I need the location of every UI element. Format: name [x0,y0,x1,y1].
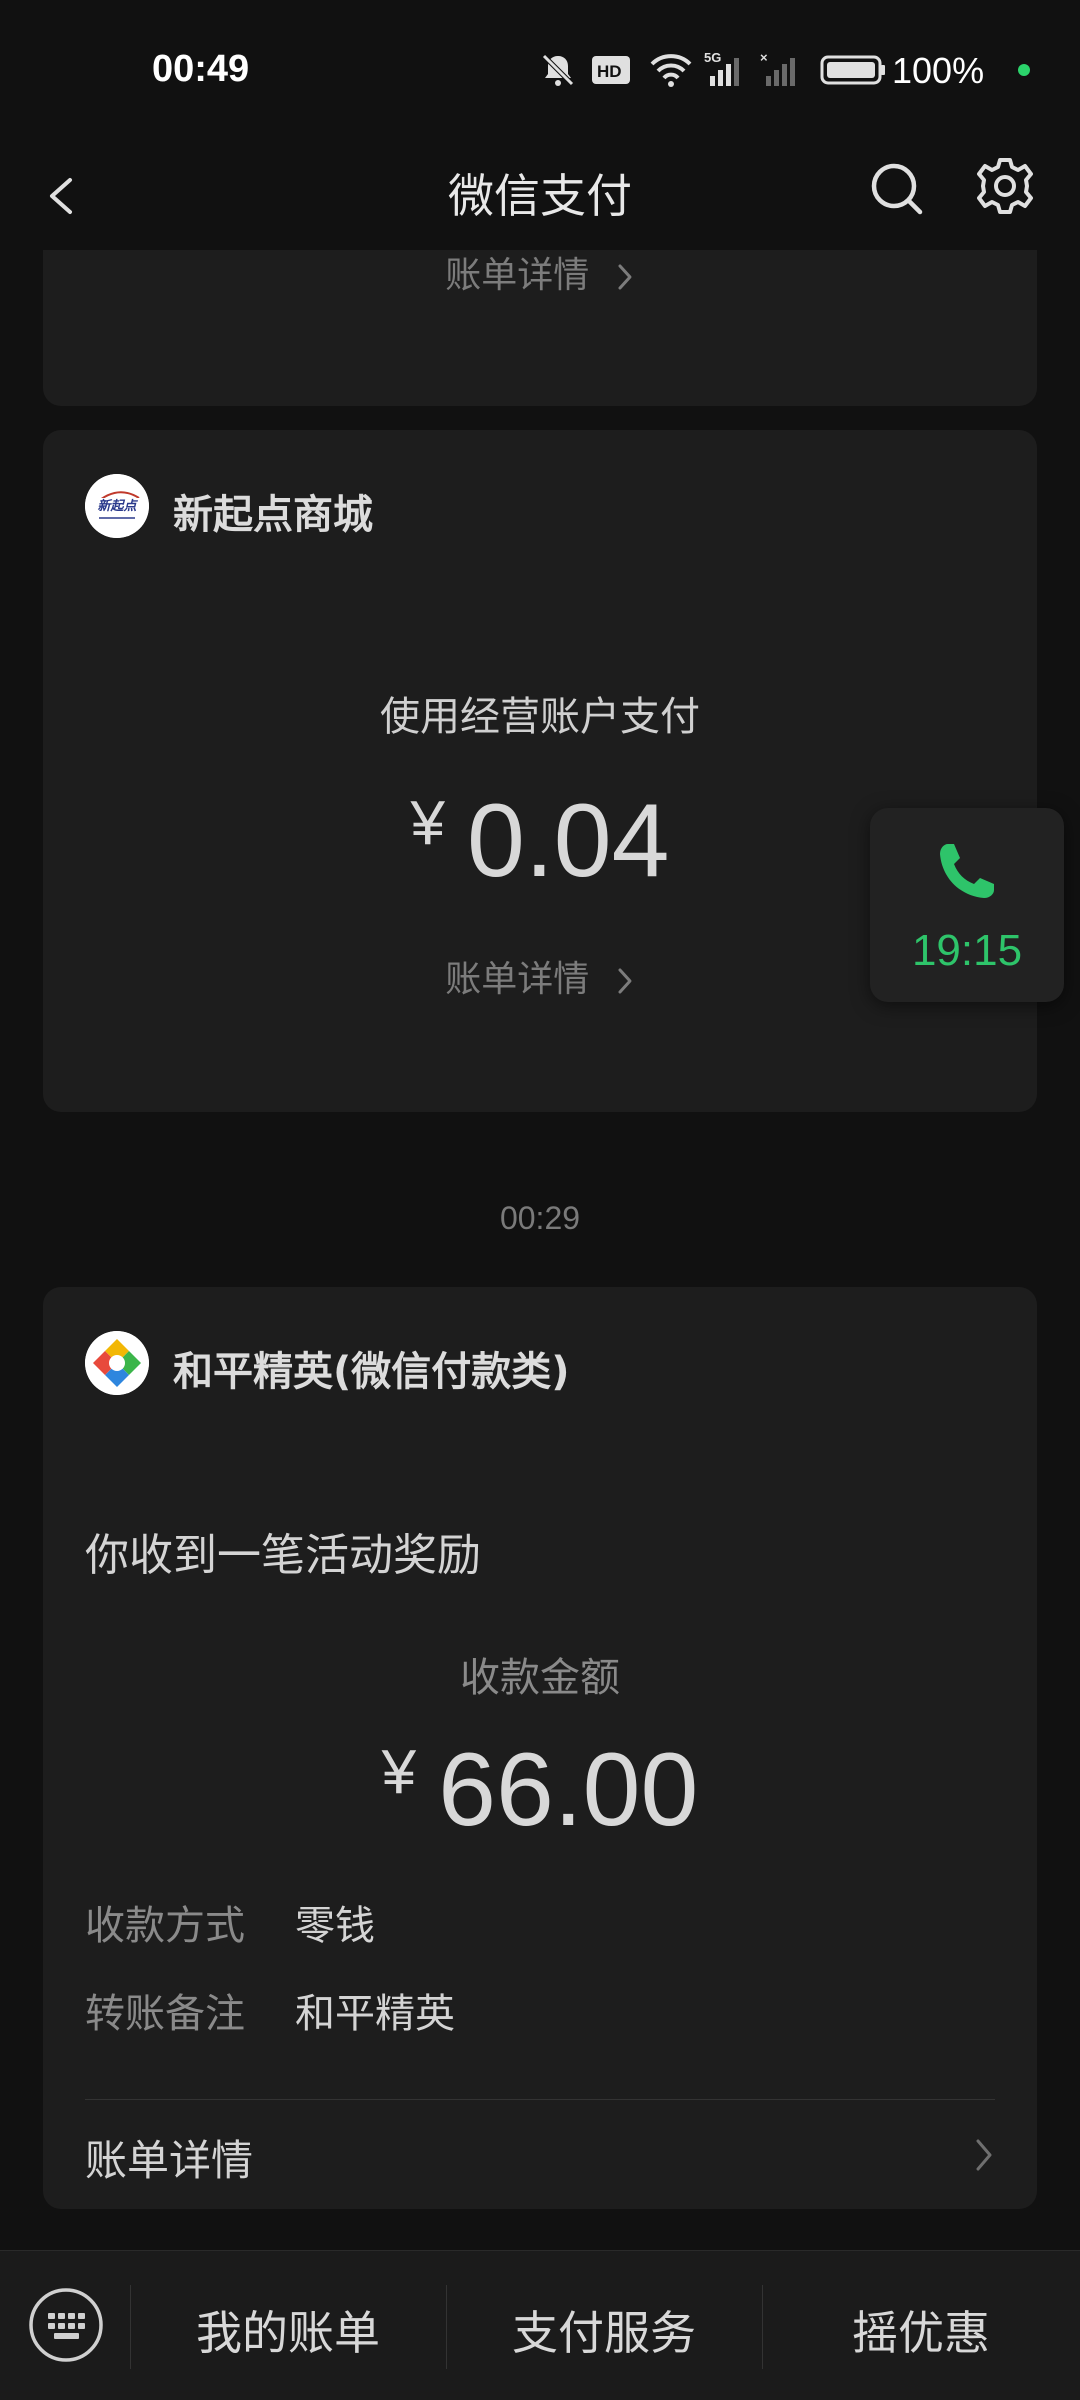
reward-card: 和平精英(微信付款类) 你收到一笔活动奖励 收款金额 ¥66.00 收款方式 零钱… [43,1287,1037,2209]
status-icons: HD 5G × 100% [520,40,1080,104]
transaction-card: 新起点 新起点商城 使用经营账户支付 ¥0.04 账单详情 [43,430,1037,1112]
amount-label: 收款金额 [460,1655,620,1701]
menu-item-my-bills[interactable]: 我的账单 [130,2297,446,2363]
reward-message: 你收到一笔活动奖励 [85,1530,481,1581]
bill-detail-label: 账单详情 [85,2136,254,2185]
peacekeeper-logo [85,1331,149,1395]
status-bar: 00:49 HD 5G × 100% [0,0,1080,140]
xinqidian-logo: 新起点 [85,474,149,538]
chevron-right-icon [618,968,632,994]
divider [85,2099,995,2100]
field-key: 收款方式 [85,1903,245,1949]
battery-icon [820,55,885,85]
svg-text:新起点: 新起点 [97,498,138,514]
hd-icon: HD [592,56,630,84]
search-icon[interactable] [866,154,928,224]
chevron-right-icon [618,264,632,290]
amount-value: 0.04 [467,783,670,899]
transaction-card-partial: 账单详情 [43,250,1037,406]
merchant-name: 和平精英(微信付款类) [173,1349,570,1395]
svg-text:×: × [760,50,768,65]
menu-item-payment-services[interactable]: 支付服务 [446,2297,762,2363]
call-floating-bubble[interactable]: 19:15 [870,808,1064,1002]
field-key: 转账备注 [85,1991,245,2037]
field-row-payment-method: 收款方式 零钱 [85,1893,375,1951]
menu-item-shake-offers[interactable]: 摇优惠 [762,2297,1080,2363]
chevron-right-icon [976,2139,992,2171]
field-row-transfer-note: 转账备注 和平精英 [85,1981,455,2039]
svg-text:5G: 5G [704,50,721,65]
merchant-logo: 新起点 [85,474,149,538]
signal-no-service-icon: × [760,50,795,86]
bill-detail-label: 账单详情 [445,255,590,296]
bill-detail-row[interactable]: 账单详情 [85,2127,995,2197]
field-value: 零钱 [295,1903,375,1949]
merchant-logo [85,1331,149,1395]
field-value: 和平精英 [295,1991,455,2037]
signal-5g-icon: 5G [704,50,739,86]
mute-icon [542,54,574,86]
merchant-name: 新起点商城 [173,492,373,538]
currency-symbol: ¥ [410,789,446,858]
bottom-menu: 我的账单 支付服务 摇优惠 [0,2250,1080,2400]
payment-description: 使用经营账户支付 [380,694,700,740]
phone-icon [940,844,994,898]
header: 微信支付 [0,140,1080,250]
gear-icon[interactable] [972,152,1038,222]
status-dot [1018,64,1030,76]
bill-detail-label: 账单详情 [445,959,590,1000]
message-timestamp: 00:29 [499,1200,581,1236]
reward-amount: ¥66.00 [43,1731,1037,1850]
wifi-icon [650,54,692,87]
call-duration: 19:15 [911,926,1023,975]
keyboard-icon[interactable] [26,2285,106,2365]
amount-value: 66.00 [438,1732,699,1848]
bill-detail-link[interactable]: 账单详情 [43,246,1037,298]
status-time: 00:49 [152,48,250,90]
battery-percent: 100% [892,50,985,91]
svg-text:HD: HD [597,62,622,81]
currency-symbol: ¥ [381,1738,417,1807]
